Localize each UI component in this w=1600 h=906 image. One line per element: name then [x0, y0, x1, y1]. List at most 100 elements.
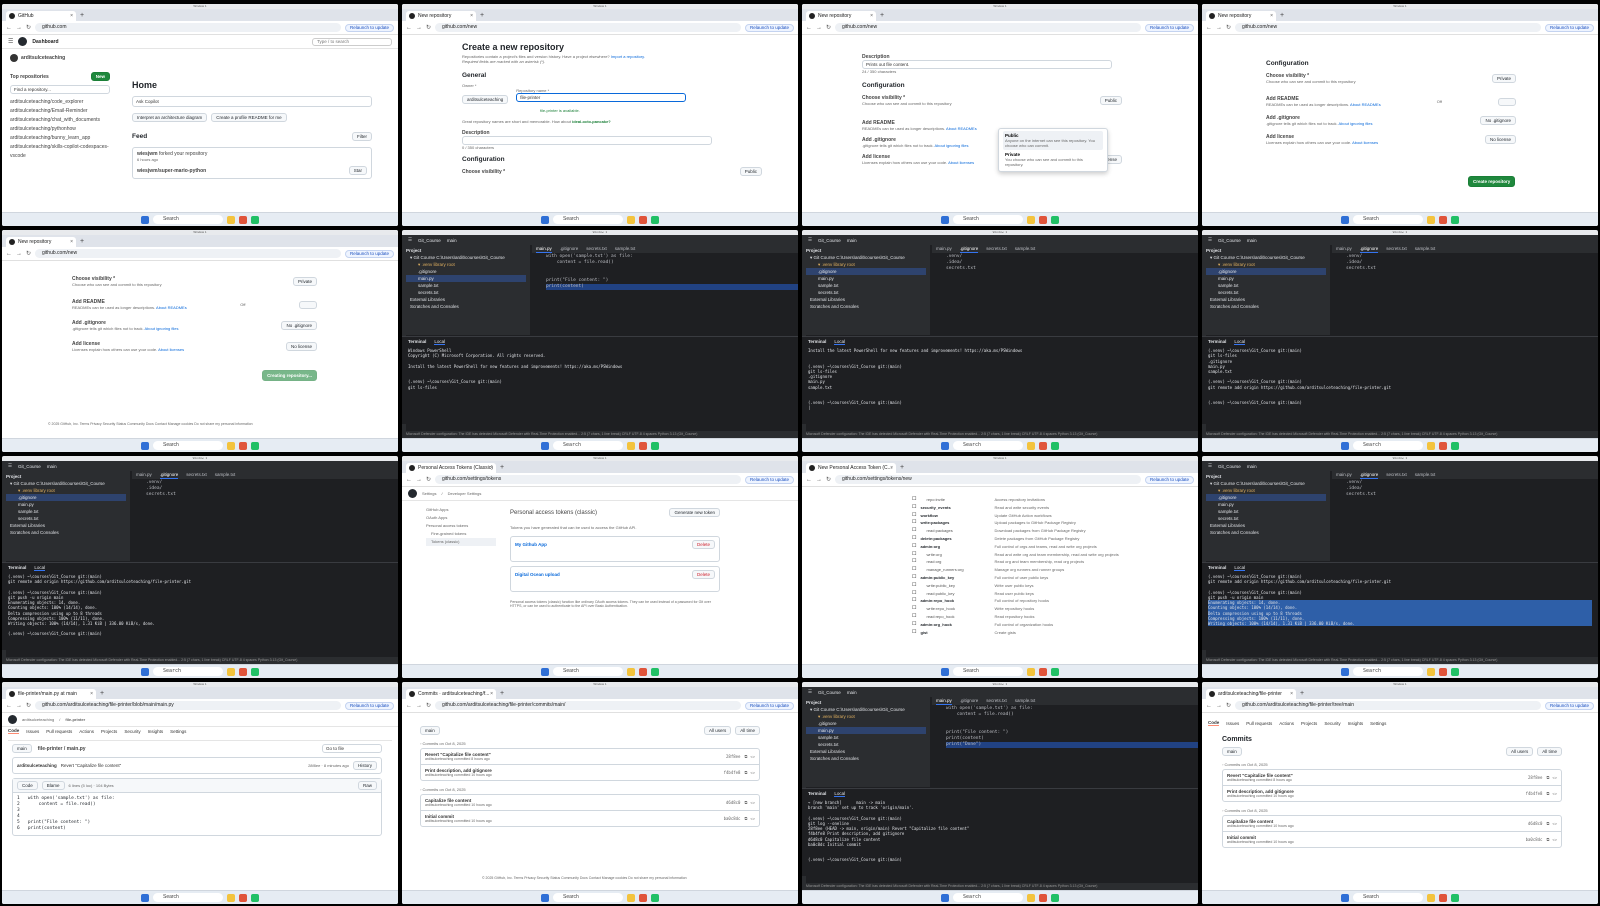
windows-start-icon[interactable]: [141, 215, 149, 224]
code-editor[interactable]: .venv/.idea/secrets.txt: [932, 254, 1198, 334]
find-repo-input[interactable]: Find a repository...: [10, 85, 110, 94]
copy-icon[interactable]: ⧉: [1546, 791, 1549, 796]
editor-tab[interactable]: main.py: [1336, 471, 1352, 479]
reload-icon[interactable]: ↻: [826, 476, 831, 483]
sidebar-item[interactable]: GitHub Apps: [426, 506, 496, 514]
folder-icon[interactable]: [627, 441, 635, 450]
about-readmes-link[interactable]: About READMEs: [1350, 102, 1381, 107]
tree-item[interactable]: External Libraries: [406, 296, 526, 303]
pycharm-icon[interactable]: [1051, 667, 1059, 676]
pycharm-icon[interactable]: [1451, 441, 1459, 450]
close-tab-icon[interactable]: ×: [70, 237, 73, 247]
relaunch-button[interactable]: Relaunch to update: [744, 701, 794, 710]
commit-sha[interactable]: 28f8ee: [1528, 775, 1542, 780]
chrome-icon[interactable]: [239, 667, 247, 676]
chrome-icon[interactable]: [1039, 893, 1047, 902]
new-tab-button[interactable]: +: [500, 463, 504, 473]
license-select[interactable]: No license: [1484, 135, 1516, 144]
tree-item[interactable]: ▾ .venv library root: [1206, 261, 1326, 268]
editor-tab[interactable]: sample.txt: [1015, 245, 1036, 253]
scope-checkbox[interactable]: ☐: [912, 629, 916, 637]
star-button[interactable]: Star: [348, 166, 367, 175]
close-tab-icon[interactable]: ×: [1290, 689, 1293, 699]
hamburger-icon[interactable]: ☰: [1208, 463, 1212, 469]
description-input[interactable]: [462, 136, 712, 145]
close-tab-icon[interactable]: ×: [490, 689, 493, 699]
readme-toggle[interactable]: [299, 300, 317, 309]
address-bar[interactable]: github.com/arditsulceteaching/file-print…: [1235, 701, 1541, 710]
users-filter[interactable]: All users: [1505, 747, 1534, 756]
editor-tab[interactable]: secrets.txt: [1386, 245, 1407, 253]
tree-item[interactable]: secrets.txt: [1206, 515, 1326, 522]
taskbar-search[interactable]: Search: [153, 667, 223, 676]
repo-nav-code[interactable]: Code: [8, 728, 20, 734]
tree-item[interactable]: ▾ .venv library root: [1206, 487, 1326, 494]
token-name[interactable]: Digital Ocean upload: [515, 572, 560, 577]
tree-item[interactable]: secrets.txt: [1206, 289, 1326, 296]
taskbar-search[interactable]: Search: [553, 893, 623, 902]
reload-icon[interactable]: ↻: [26, 250, 31, 257]
branch-name[interactable]: main: [47, 464, 57, 469]
close-tab-icon[interactable]: ×: [490, 463, 493, 473]
gitignore-select[interactable]: No .gitignore: [281, 321, 317, 330]
code-editor[interactable]: with open('sample.txt') as file: content…: [932, 706, 1198, 786]
pycharm-icon[interactable]: [1451, 893, 1459, 902]
taskbar-search[interactable]: Search: [553, 667, 623, 676]
tree-item[interactable]: External Libraries: [1206, 522, 1326, 529]
forward-icon[interactable]: →: [416, 477, 422, 483]
editor-tab[interactable]: main.py: [536, 245, 552, 253]
repo-link[interactable]: arditsulceteaching/chat_with_documents: [10, 116, 110, 125]
windows-start-icon[interactable]: [541, 441, 549, 450]
code-editor[interactable]: .venv/.idea/secrets.txt: [1332, 254, 1598, 334]
visibility-select[interactable]: Private: [292, 277, 317, 286]
close-tab-icon[interactable]: ×: [890, 463, 893, 473]
close-tab-icon[interactable]: ×: [70, 11, 73, 21]
import-link[interactable]: Import a repository.: [611, 54, 645, 59]
repo-name-input[interactable]: file-printer: [516, 92, 687, 102]
code-editor[interactable]: with open('sample.txt') as file: content…: [532, 254, 798, 334]
folder-icon[interactable]: [1427, 441, 1435, 450]
scope-checkbox[interactable]: ☐: [912, 551, 916, 559]
project-name[interactable]: Git_Course: [418, 238, 441, 243]
editor-tab[interactable]: .gitignore: [960, 697, 979, 705]
tree-item[interactable]: main.py: [406, 275, 526, 282]
pycharm-icon[interactable]: [1051, 441, 1059, 450]
browser-tab[interactable]: New repository ×: [806, 11, 876, 21]
windows-start-icon[interactable]: [141, 441, 149, 450]
windows-start-icon[interactable]: [541, 215, 549, 224]
commit-sha[interactable]: d6d8c0: [726, 800, 740, 805]
chrome-icon[interactable]: [1039, 441, 1047, 450]
tree-item[interactable]: ▾ .venv library root: [406, 261, 526, 268]
new-tab-button[interactable]: +: [900, 463, 904, 473]
scope-checkbox[interactable]: ☐: [912, 496, 916, 504]
scope-checkbox[interactable]: ☐: [912, 535, 916, 543]
taskbar-search[interactable]: Search: [953, 667, 1023, 676]
repo-nav-actions[interactable]: Actions: [1279, 721, 1294, 726]
editor-tab[interactable]: main.py: [936, 245, 952, 253]
chrome-icon[interactable]: [639, 893, 647, 902]
tree-item[interactable]: sample.txt: [806, 734, 926, 741]
ask-copilot-input[interactable]: Ask Copilot: [132, 96, 372, 107]
scope-checkbox[interactable]: ☐: [912, 527, 916, 535]
tree-item[interactable]: External Libraries: [6, 522, 126, 529]
folder-icon[interactable]: [227, 667, 235, 676]
tree-item[interactable]: sample.txt: [406, 282, 526, 289]
terminal-panel[interactable]: Terminal Local Windows PowerShell Copyright…: [402, 336, 798, 424]
pycharm-icon[interactable]: [1051, 893, 1059, 902]
github-logo-icon[interactable]: [18, 37, 28, 46]
chrome-icon[interactable]: [239, 893, 247, 902]
tree-item[interactable]: ▾ Git Course C:\Users\ardit\courses\Git_…: [1206, 254, 1326, 261]
browser-tab[interactable]: New repository ×: [1206, 11, 1276, 21]
forward-icon[interactable]: →: [816, 477, 822, 483]
tree-item[interactable]: main.py: [1206, 501, 1326, 508]
pycharm-icon[interactable]: [1051, 215, 1059, 224]
menu-icon[interactable]: ☰: [8, 38, 13, 45]
scope-checkbox[interactable]: ☐: [912, 621, 916, 629]
repo-nav-pull-requests[interactable]: Pull requests: [1246, 721, 1272, 726]
folder-icon[interactable]: [227, 441, 235, 450]
repo-nav-security[interactable]: Security: [1324, 721, 1340, 726]
editor-tab[interactable]: sample.txt: [215, 471, 236, 479]
windows-start-icon[interactable]: [1341, 441, 1349, 450]
sidebar-item[interactable]: Personal access tokens: [426, 522, 496, 530]
tree-item[interactable]: sample.txt: [6, 508, 126, 515]
